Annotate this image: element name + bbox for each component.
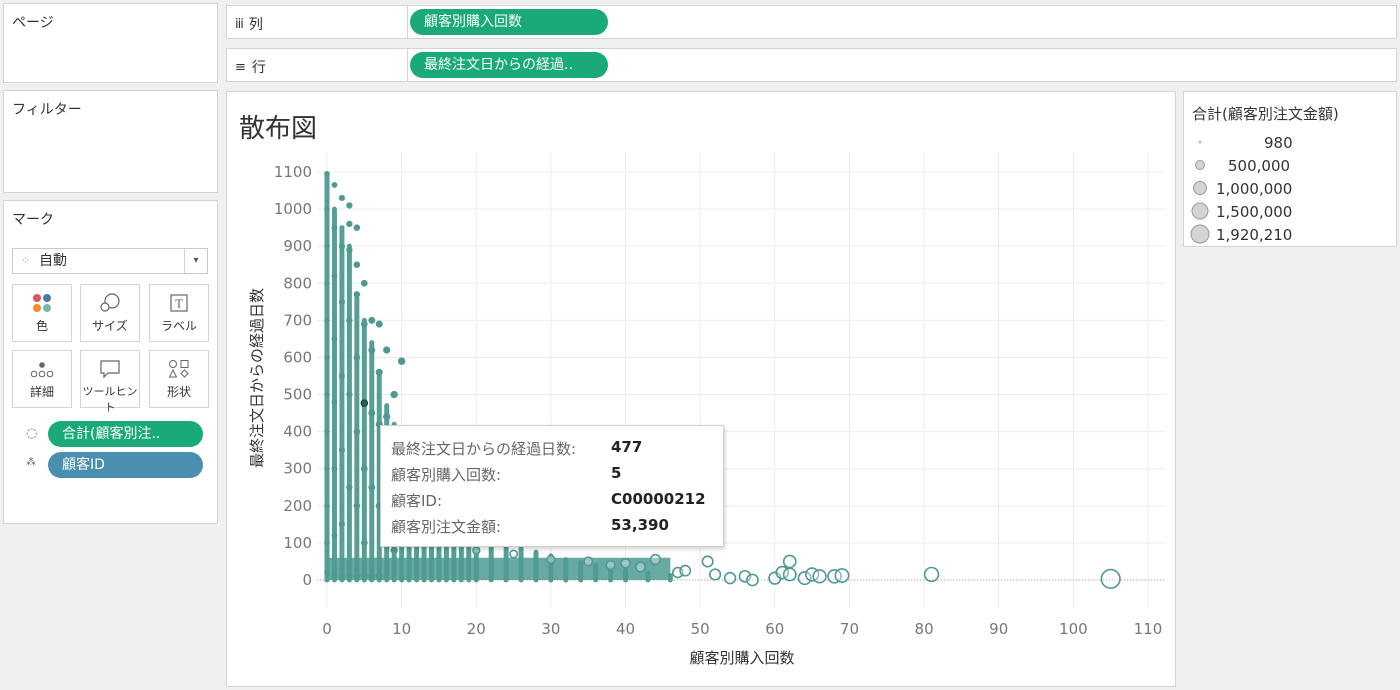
- tooltip-button[interactable]: ツールヒント: [80, 350, 140, 414]
- legend-item-label: 1,500,000: [1216, 203, 1293, 221]
- legend-item[interactable]: 1,500,000: [1184, 201, 1398, 223]
- filters-panel[interactable]: フィルター: [3, 90, 218, 193]
- legend-item-label: 980: [1264, 134, 1293, 152]
- tooltip-label: ツールヒント: [82, 385, 138, 414]
- legend-size-swatch: [1193, 181, 1207, 195]
- shape-button[interactable]: 形状: [149, 350, 209, 408]
- mark-type-dropdown[interactable]: ⁘ 自動 ▾: [12, 248, 208, 274]
- tooltip-icon: [100, 360, 120, 379]
- marks-title: マーク: [12, 212, 54, 228]
- mark-type-label: 自動: [39, 253, 67, 269]
- columns-shelf-label: iii 列: [235, 14, 263, 34]
- rows-separator: [407, 49, 408, 81]
- size-icon: [100, 293, 120, 312]
- detail-icon: [30, 362, 54, 378]
- size-field-pill[interactable]: 合計(顧客別注..: [48, 421, 203, 447]
- chevron-down-icon[interactable]: ▾: [184, 249, 207, 273]
- filters-title: フィルター: [12, 102, 82, 118]
- legend-item[interactable]: 1,920,210: [1184, 224, 1398, 246]
- columns-label-text: 列: [248, 17, 263, 33]
- legend-size-swatch: [1195, 160, 1205, 170]
- rows-icon: ≡: [235, 59, 246, 75]
- rows-pill[interactable]: 最終注文日からの経過..: [410, 52, 608, 78]
- tooltip-value: 477: [611, 438, 643, 456]
- marks-panel: マーク ⁘ 自動 ▾ 色 サイズ T ラベル 詳細 ツールヒント 形状 ◌ 合計…: [3, 200, 218, 524]
- legend-item[interactable]: 1,000,000: [1184, 178, 1398, 200]
- size-legend-panel: 合計(顧客別注文金額) 980 500,000 1,000,000 1,500,…: [1183, 91, 1397, 247]
- color-button[interactable]: 色: [12, 284, 72, 342]
- detail-label: 詳細: [29, 385, 54, 399]
- color-icon: [33, 294, 51, 312]
- rows-shelf[interactable]: ≡ 行 最終注文日からの経過..: [226, 48, 1397, 82]
- legend-item-label: 500,000: [1228, 157, 1291, 175]
- rows-label-text: 行: [251, 60, 266, 76]
- rows-shelf-label: ≡ 行: [235, 57, 266, 77]
- columns-separator: [407, 6, 408, 38]
- columns-shelf[interactable]: iii 列 顧客別購入回数: [226, 5, 1397, 39]
- chart-panel: 散布図: [226, 91, 1176, 687]
- pages-title: ページ: [12, 15, 54, 31]
- tooltip-key: 顧客別注文金額:: [391, 518, 502, 536]
- tooltip-value: 5: [611, 464, 622, 482]
- legend-title: 合計(顧客別注文金額): [1192, 105, 1339, 123]
- tooltip-key: 顧客ID:: [391, 492, 443, 510]
- legend-size-swatch: [1190, 224, 1210, 244]
- columns-pill[interactable]: 顧客別購入回数: [410, 9, 608, 35]
- legend-item-label: 1,000,000: [1216, 180, 1293, 198]
- color-label: 色: [35, 319, 48, 333]
- svg-text:T: T: [175, 298, 183, 311]
- tooltip-key: 顧客別購入回数:: [391, 466, 502, 484]
- legend-item[interactable]: 980: [1184, 132, 1398, 154]
- size-label: サイズ: [92, 319, 128, 333]
- pages-panel[interactable]: ページ: [3, 3, 218, 83]
- label-button[interactable]: T ラベル: [149, 284, 209, 342]
- label-icon: T: [170, 294, 188, 312]
- detail-field-icon: ⁂: [26, 457, 36, 468]
- detail-field-pill[interactable]: 顧客ID: [48, 452, 203, 478]
- legend-size-swatch: [1198, 140, 1202, 144]
- chart-title: 散布図: [239, 114, 318, 144]
- label-label: ラベル: [160, 319, 197, 333]
- size-field-icon: ◌: [26, 426, 38, 441]
- mark-type-icon: ⁘: [21, 254, 31, 267]
- legend-size-swatch: [1191, 202, 1209, 220]
- columns-icon: iii: [235, 16, 244, 32]
- data-tooltip: 最終注文日からの経過日数: 477 顧客別購入回数: 5 顧客ID: C0000…: [380, 425, 724, 547]
- tooltip-value: C00000212: [611, 490, 706, 508]
- shape-label: 形状: [166, 385, 191, 399]
- detail-button[interactable]: 詳細: [12, 350, 72, 408]
- legend-item[interactable]: 500,000: [1184, 155, 1398, 177]
- size-button[interactable]: サイズ: [80, 284, 140, 342]
- tooltip-value: 53,390: [611, 516, 669, 534]
- tooltip-key: 最終注文日からの経過日数:: [391, 440, 577, 458]
- legend-item-label: 1,920,210: [1216, 226, 1293, 244]
- shape-icon: [168, 360, 189, 378]
